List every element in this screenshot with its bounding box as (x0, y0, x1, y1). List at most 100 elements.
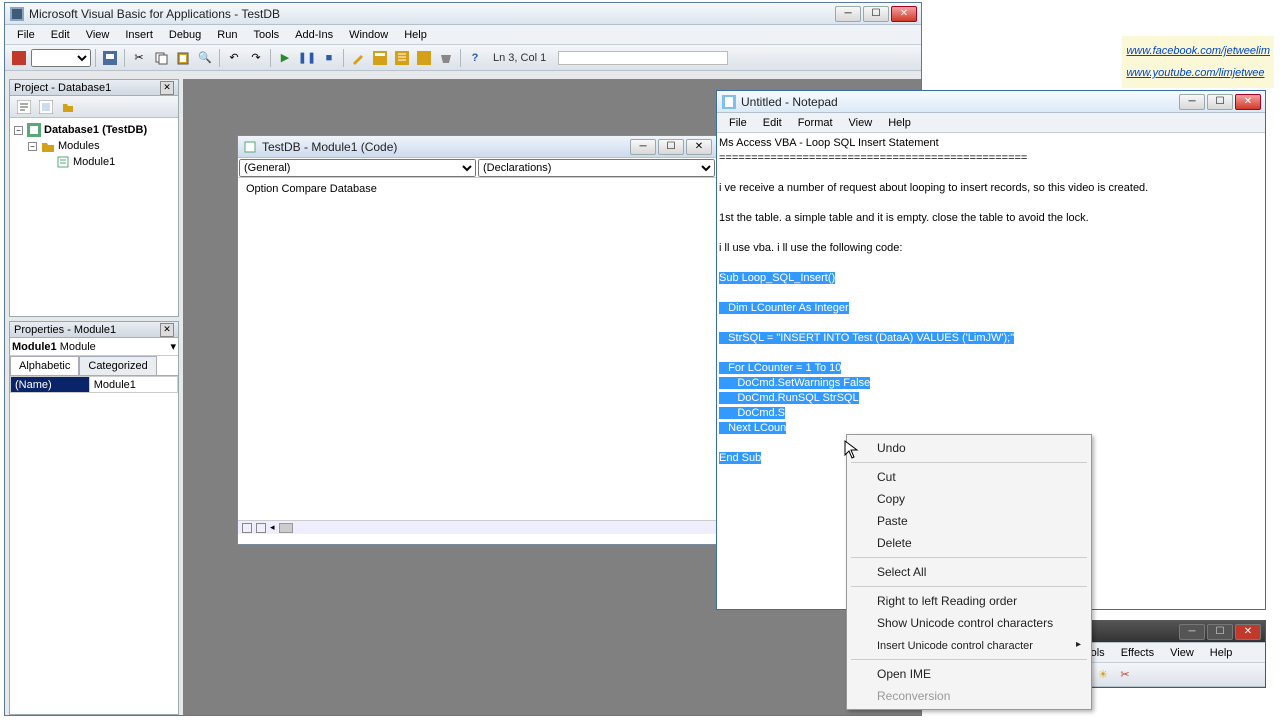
np-menu-file[interactable]: File (721, 115, 755, 131)
vba-menubar: File Edit View Insert Debug Run Tools Ad… (5, 25, 921, 45)
menu-run[interactable]: Run (209, 27, 245, 43)
ctx-copy[interactable]: Copy (849, 488, 1089, 510)
menu-insert[interactable]: Insert (117, 27, 161, 43)
close-button[interactable]: ✕ (1235, 624, 1261, 640)
menu-debug[interactable]: Debug (161, 27, 209, 43)
toolbar-field[interactable] (558, 51, 728, 65)
properties-object-selector[interactable]: Module1 Module ▾ (10, 338, 178, 356)
menu-window[interactable]: Window (341, 27, 396, 43)
module-item[interactable]: Module1 (14, 154, 174, 170)
find-icon[interactable]: 🔍 (195, 48, 215, 68)
menu-help[interactable]: Help (396, 27, 435, 43)
toolbox-icon[interactable] (436, 48, 456, 68)
facebook-link[interactable]: www.facebook.com/jetweelim (1126, 40, 1270, 62)
redo-icon[interactable]: ↷ (246, 48, 266, 68)
help-icon[interactable]: ? (465, 48, 485, 68)
properties-title: Properties - Module1 (14, 324, 116, 336)
copy-icon[interactable] (151, 48, 171, 68)
collapse-icon[interactable]: − (14, 126, 23, 135)
maximize-button[interactable]: ☐ (658, 139, 684, 155)
menu-tools[interactable]: Tools (245, 27, 287, 43)
access-icon[interactable] (9, 48, 29, 68)
modules-folder[interactable]: − Modules (14, 138, 174, 154)
np-code-l7: DoCmd.S (719, 407, 785, 419)
full-module-view-icon[interactable] (256, 523, 266, 533)
break-icon[interactable]: ❚❚ (297, 48, 317, 68)
object-browser-icon[interactable] (414, 48, 434, 68)
ctx-selectall[interactable]: Select All (849, 561, 1089, 583)
code-window: TestDB - Module1 (Code) ─ ☐ ✕ (General) … (237, 135, 717, 545)
hscroll-left-icon[interactable]: ◂ (270, 522, 275, 533)
project-tree[interactable]: − Database1 (TestDB) − Modules Module1 (10, 118, 178, 174)
procedure-view-icon[interactable] (242, 523, 252, 533)
reset-icon[interactable]: ■ (319, 48, 339, 68)
run-icon[interactable]: ▶ (275, 48, 295, 68)
ctx-rtl[interactable]: Right to left Reading order (849, 590, 1089, 612)
folder-icon (41, 139, 55, 153)
property-row[interactable]: (Name) Module1 (11, 377, 178, 393)
collapse-icon[interactable]: − (28, 142, 37, 151)
project-pane-header[interactable]: Project - Database1 ✕ (10, 80, 178, 96)
menu-file[interactable]: File (9, 27, 43, 43)
paste-icon[interactable] (173, 48, 193, 68)
maximize-button[interactable]: ☐ (1207, 94, 1233, 110)
close-button[interactable]: ✕ (686, 139, 712, 155)
object-dropdown[interactable] (31, 49, 91, 67)
save-icon[interactable] (100, 48, 120, 68)
view-object-icon[interactable] (36, 97, 56, 117)
close-button[interactable]: ✕ (891, 6, 917, 22)
sun-icon[interactable]: ☀ (1093, 665, 1113, 685)
ctx-undo[interactable]: Undo (849, 437, 1089, 459)
cut-icon[interactable]: ✂ (129, 48, 149, 68)
ctx-ime[interactable]: Open IME (849, 663, 1089, 685)
ctx-insertuni[interactable]: Insert Unicode control character▸ (849, 634, 1089, 656)
other-menu-help[interactable]: Help (1202, 645, 1241, 661)
np-menu-format[interactable]: Format (790, 115, 841, 131)
close-button[interactable]: ✕ (1235, 94, 1261, 110)
ctx-paste[interactable]: Paste (849, 510, 1089, 532)
procedure-list-dropdown[interactable]: (Declarations) (478, 159, 715, 177)
other-menu-effects[interactable]: Effects (1113, 645, 1162, 661)
ctx-cut[interactable]: Cut (849, 466, 1089, 488)
maximize-button[interactable]: ☐ (863, 6, 889, 22)
tab-alphabetic[interactable]: Alphabetic (10, 356, 79, 375)
project-pane-close-icon[interactable]: ✕ (160, 81, 174, 95)
other-titlebar[interactable]: ─ ☐ ✕ (1067, 621, 1265, 643)
project-root[interactable]: − Database1 (TestDB) (14, 122, 174, 138)
undo-icon[interactable]: ↶ (224, 48, 244, 68)
np-menu-view[interactable]: View (841, 115, 881, 131)
vba-titlebar[interactable]: Microsoft Visual Basic for Applications … (5, 3, 921, 25)
property-name-value[interactable]: Module1 (89, 377, 177, 393)
design-mode-icon[interactable] (348, 48, 368, 68)
minimize-button[interactable]: ─ (1179, 94, 1205, 110)
code-editor[interactable]: Option Compare Database (238, 178, 716, 520)
ctx-unicode[interactable]: Show Unicode control characters (849, 612, 1089, 634)
notepad-titlebar[interactable]: Untitled - Notepad ─ ☐ ✕ (717, 91, 1265, 113)
view-code-icon[interactable] (14, 97, 34, 117)
ctx-delete[interactable]: Delete (849, 532, 1089, 554)
props-object-type: Module (60, 341, 96, 353)
minimize-button[interactable]: ─ (835, 6, 861, 22)
object-list-dropdown[interactable]: (General) (239, 159, 476, 177)
np-menu-edit[interactable]: Edit (755, 115, 790, 131)
code-dropdowns: (General) (Declarations) (238, 158, 716, 178)
properties-icon[interactable] (392, 48, 412, 68)
youtube-link[interactable]: www.youtube.com/limjetwee (1126, 62, 1270, 84)
properties-header[interactable]: Properties - Module1 ✕ (10, 322, 178, 338)
minimize-button[interactable]: ─ (630, 139, 656, 155)
toggle-folders-icon[interactable] (58, 97, 78, 117)
crop-icon[interactable]: ✂ (1115, 665, 1135, 685)
dropdown-icon[interactable]: ▾ (170, 340, 176, 353)
menu-view[interactable]: View (78, 27, 118, 43)
np-menu-help[interactable]: Help (880, 115, 919, 131)
menu-edit[interactable]: Edit (43, 27, 78, 43)
menu-addins[interactable]: Add-Ins (287, 27, 341, 43)
minimize-button[interactable]: ─ (1179, 624, 1205, 640)
other-menu-view[interactable]: View (1162, 645, 1202, 661)
maximize-button[interactable]: ☐ (1207, 624, 1233, 640)
tab-categorized[interactable]: Categorized (79, 356, 156, 375)
hscroll-thumb[interactable] (279, 523, 293, 533)
project-explorer-icon[interactable] (370, 48, 390, 68)
code-titlebar[interactable]: TestDB - Module1 (Code) ─ ☐ ✕ (238, 136, 716, 158)
properties-close-icon[interactable]: ✕ (160, 323, 174, 337)
